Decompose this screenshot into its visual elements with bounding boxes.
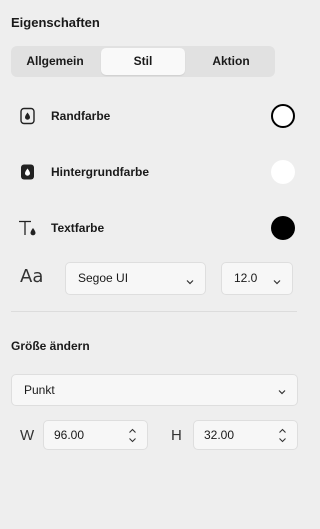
style-tabs: Allgemein Stil Aktion [11,46,275,77]
panel-title: Eigenschaften [11,15,100,30]
drop-outline-icon [18,106,38,126]
text-color-label: Textfarbe [51,221,105,235]
background-color-row: Hintergrundfarbe [0,157,308,187]
tab-allgemein[interactable]: Allgemein [11,46,99,77]
chevron-down-icon [185,274,195,285]
font-family-dropdown[interactable]: Segoe UI [65,262,206,295]
font-icon: Aa [20,266,44,287]
font-size-dropdown[interactable]: 12.0 [221,262,293,295]
text-color-swatch[interactable] [271,216,295,240]
section-divider [11,311,297,312]
font-family-value: Segoe UI [78,271,129,285]
spinner-arrows-icon[interactable] [278,428,287,443]
border-color-row: Randfarbe [0,101,308,131]
text-color-row: Textfarbe [0,213,308,243]
background-color-swatch[interactable] [271,160,295,184]
unit-value: Punkt [24,383,55,397]
chevron-down-icon [272,274,282,285]
background-color-label: Hintergrundfarbe [51,165,150,179]
text-color-icon [18,218,38,238]
height-value: 32.00 [204,428,235,442]
spinner-arrows-icon[interactable] [128,428,137,443]
height-input[interactable]: 32.00 [193,420,298,450]
width-input[interactable]: 96.00 [43,420,148,450]
chevron-down-icon [277,384,287,395]
resize-section-title: Größe ändern [11,339,90,353]
border-color-swatch[interactable] [271,104,295,128]
tab-stil[interactable]: Stil [101,48,185,75]
width-value: 96.00 [54,428,85,442]
tab-aktion[interactable]: Aktion [187,46,275,77]
height-label: H [171,427,182,444]
drop-filled-icon [18,162,38,182]
unit-dropdown[interactable]: Punkt [11,374,298,406]
font-size-value: 12.0 [234,271,258,285]
border-color-label: Randfarbe [51,109,111,123]
width-label: W [20,427,35,444]
